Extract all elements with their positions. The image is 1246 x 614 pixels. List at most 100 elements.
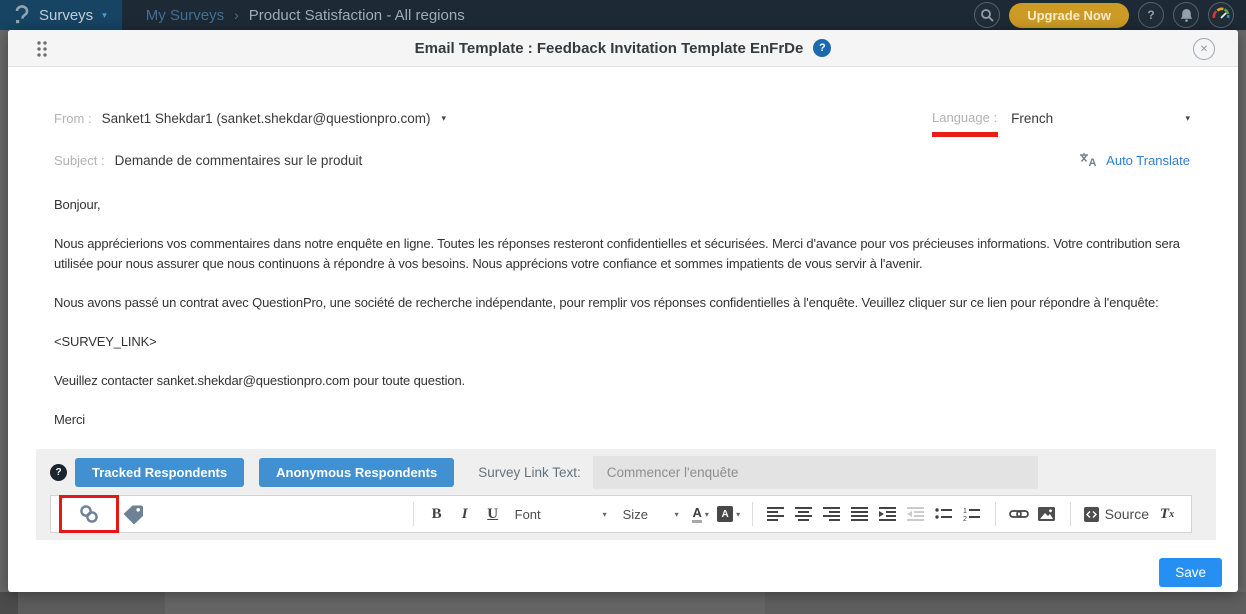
language-select[interactable]: Language : French ▾ — [932, 109, 1190, 127]
svg-text:A: A — [1089, 157, 1097, 168]
language-label: Language : — [932, 110, 997, 125]
decrease-indent-button[interactable] — [904, 501, 928, 527]
question-icon: ? — [55, 467, 61, 478]
toolbar-separator — [1070, 502, 1071, 526]
translate-icon: A — [1079, 152, 1098, 168]
size-dropdown-label: Size — [623, 507, 648, 522]
search-button[interactable] — [974, 2, 1000, 28]
source-code-icon — [1084, 507, 1099, 522]
from-label: From : — [54, 111, 92, 126]
subject-row: Subject : Demande de commentaires sur le… — [54, 152, 1190, 168]
notifications-button[interactable] — [1173, 2, 1199, 28]
save-button[interactable]: Save — [1159, 558, 1222, 587]
align-center-button[interactable] — [792, 501, 816, 527]
align-left-button[interactable] — [764, 501, 788, 527]
title-help-button[interactable]: ? — [813, 39, 831, 57]
size-dropdown[interactable]: Size ▾ — [623, 507, 679, 522]
respondent-row: ? Tracked Respondents Anonymous Responde… — [50, 456, 1192, 489]
chevron-down-icon: ▾ — [736, 510, 740, 519]
topbar-actions: Upgrade Now ? — [974, 2, 1246, 28]
from-language-row: From : Sanket1 Shekdar1 (sanket.shekdar@… — [54, 109, 1190, 127]
email-body-paragraph: Veuillez contacter sanket.shekdar@questi… — [54, 371, 1190, 391]
remove-format-button[interactable]: Tx — [1155, 501, 1179, 527]
language-label-wrap: Language : — [932, 109, 997, 127]
source-button[interactable]: Source — [1084, 506, 1149, 522]
font-dropdown[interactable]: Font ▾ — [515, 507, 607, 522]
breadcrumb-current-survey: Product Satisfaction - All regions — [249, 7, 465, 24]
align-right-button[interactable] — [820, 501, 844, 527]
modal-header: Email Template : Feedback Invitation Tem… — [8, 30, 1238, 67]
from-dropdown-caret-icon[interactable]: ▾ — [441, 113, 446, 124]
survey-link-text-label: Survey Link Text: — [478, 465, 581, 480]
underline-button[interactable]: U — [481, 501, 505, 527]
bullet-list-button[interactable] — [932, 501, 956, 527]
modal-body: From : Sanket1 Shekdar1 (sanket.shekdar@… — [8, 109, 1238, 540]
align-left-icon — [767, 507, 784, 521]
dimmed-background — [165, 592, 765, 614]
breadcrumb: My Surveys › Product Satisfaction - All … — [146, 7, 465, 24]
product-menu[interactable]: Surveys ▾ — [0, 0, 122, 30]
modal-title: Email Template : Feedback Invitation Tem… — [415, 40, 804, 57]
link-icon — [1009, 508, 1029, 520]
chevron-down-icon: ▾ — [102, 10, 107, 21]
bell-icon — [1180, 8, 1193, 22]
breadcrumb-separator-icon: › — [234, 7, 239, 23]
insert-survey-link-highlight — [59, 495, 119, 533]
increase-indent-button[interactable] — [876, 501, 900, 527]
font-dropdown-label: Font — [515, 507, 541, 522]
subject-label: Subject : — [54, 153, 105, 168]
drag-handle-icon[interactable] — [36, 40, 48, 58]
insert-image-button[interactable] — [1035, 501, 1059, 527]
email-body-paragraph: Nous apprécierions vos commentaires dans… — [54, 234, 1190, 274]
remove-format-t: T — [1160, 506, 1169, 523]
dimmed-background — [0, 592, 18, 614]
email-body-paragraph: Nous avons passé un contrat avec Questio… — [54, 293, 1190, 313]
topbar: Surveys ▾ My Surveys › Product Satisfact… — [0, 0, 1246, 30]
from-value: Sanket1 Shekdar1 (sanket.shekdar@questio… — [102, 111, 431, 126]
increase-indent-icon — [879, 507, 896, 521]
auto-translate-link[interactable]: A Auto Translate — [1079, 152, 1190, 168]
toolbar-separator — [995, 502, 996, 526]
close-button[interactable]: ✕ — [1193, 38, 1215, 60]
bold-button[interactable]: B — [425, 501, 449, 527]
upgrade-now-button[interactable]: Upgrade Now — [1009, 3, 1129, 28]
bullet-list-icon — [935, 507, 952, 521]
remove-format-x: x — [1169, 509, 1174, 520]
help-button[interactable]: ? — [1138, 2, 1164, 28]
language-dropdown-caret-icon[interactable]: ▾ — [1185, 113, 1190, 124]
performance-meter-button[interactable] — [1208, 2, 1234, 28]
respondent-help-button[interactable]: ? — [50, 464, 67, 481]
email-body-editor[interactable]: Bonjour, Nous apprécierions vos commenta… — [54, 195, 1190, 430]
tag-icon — [122, 504, 145, 524]
numbered-list-button[interactable]: 1 2 — [960, 501, 984, 527]
language-value: French — [1011, 111, 1053, 126]
dimmed-background — [765, 592, 1246, 614]
survey-link-text-input[interactable]: Commencer l'enquête — [593, 456, 1038, 489]
align-right-icon — [823, 507, 840, 521]
subject-value[interactable]: Demande de commentaires sur le produit — [115, 153, 363, 168]
decrease-indent-icon — [907, 507, 924, 521]
svg-text:1: 1 — [963, 508, 967, 515]
search-icon — [980, 8, 994, 22]
product-menu-label: Surveys — [39, 7, 93, 24]
merge-tag-button[interactable] — [121, 501, 145, 527]
question-icon: ? — [1147, 8, 1154, 22]
justify-icon — [851, 507, 868, 521]
justify-button[interactable] — [848, 501, 872, 527]
insert-link-button[interactable] — [1007, 501, 1031, 527]
editor-toolbar-buttons: B I U Font ▾ Size ▾ A ▾ — [404, 501, 1181, 527]
align-center-icon — [795, 507, 812, 521]
editor-toolbar: B I U Font ▾ Size ▾ A ▾ — [50, 495, 1192, 533]
numbered-list-icon: 1 2 — [963, 507, 980, 521]
anonymous-respondents-button[interactable]: Anonymous Respondents — [259, 458, 454, 487]
breadcrumb-my-surveys[interactable]: My Surveys — [146, 7, 224, 24]
text-color-button[interactable]: A ▾ — [689, 501, 713, 527]
toolbar-separator — [752, 502, 753, 526]
italic-button[interactable]: I — [453, 501, 477, 527]
insert-survey-link-button[interactable] — [76, 501, 102, 527]
email-template-modal: Email Template : Feedback Invitation Tem… — [8, 30, 1238, 592]
tracked-respondents-button[interactable]: Tracked Respondents — [75, 458, 244, 487]
image-icon — [1038, 507, 1055, 521]
svg-text:2: 2 — [963, 516, 967, 521]
background-color-button[interactable]: A ▾ — [717, 501, 741, 527]
